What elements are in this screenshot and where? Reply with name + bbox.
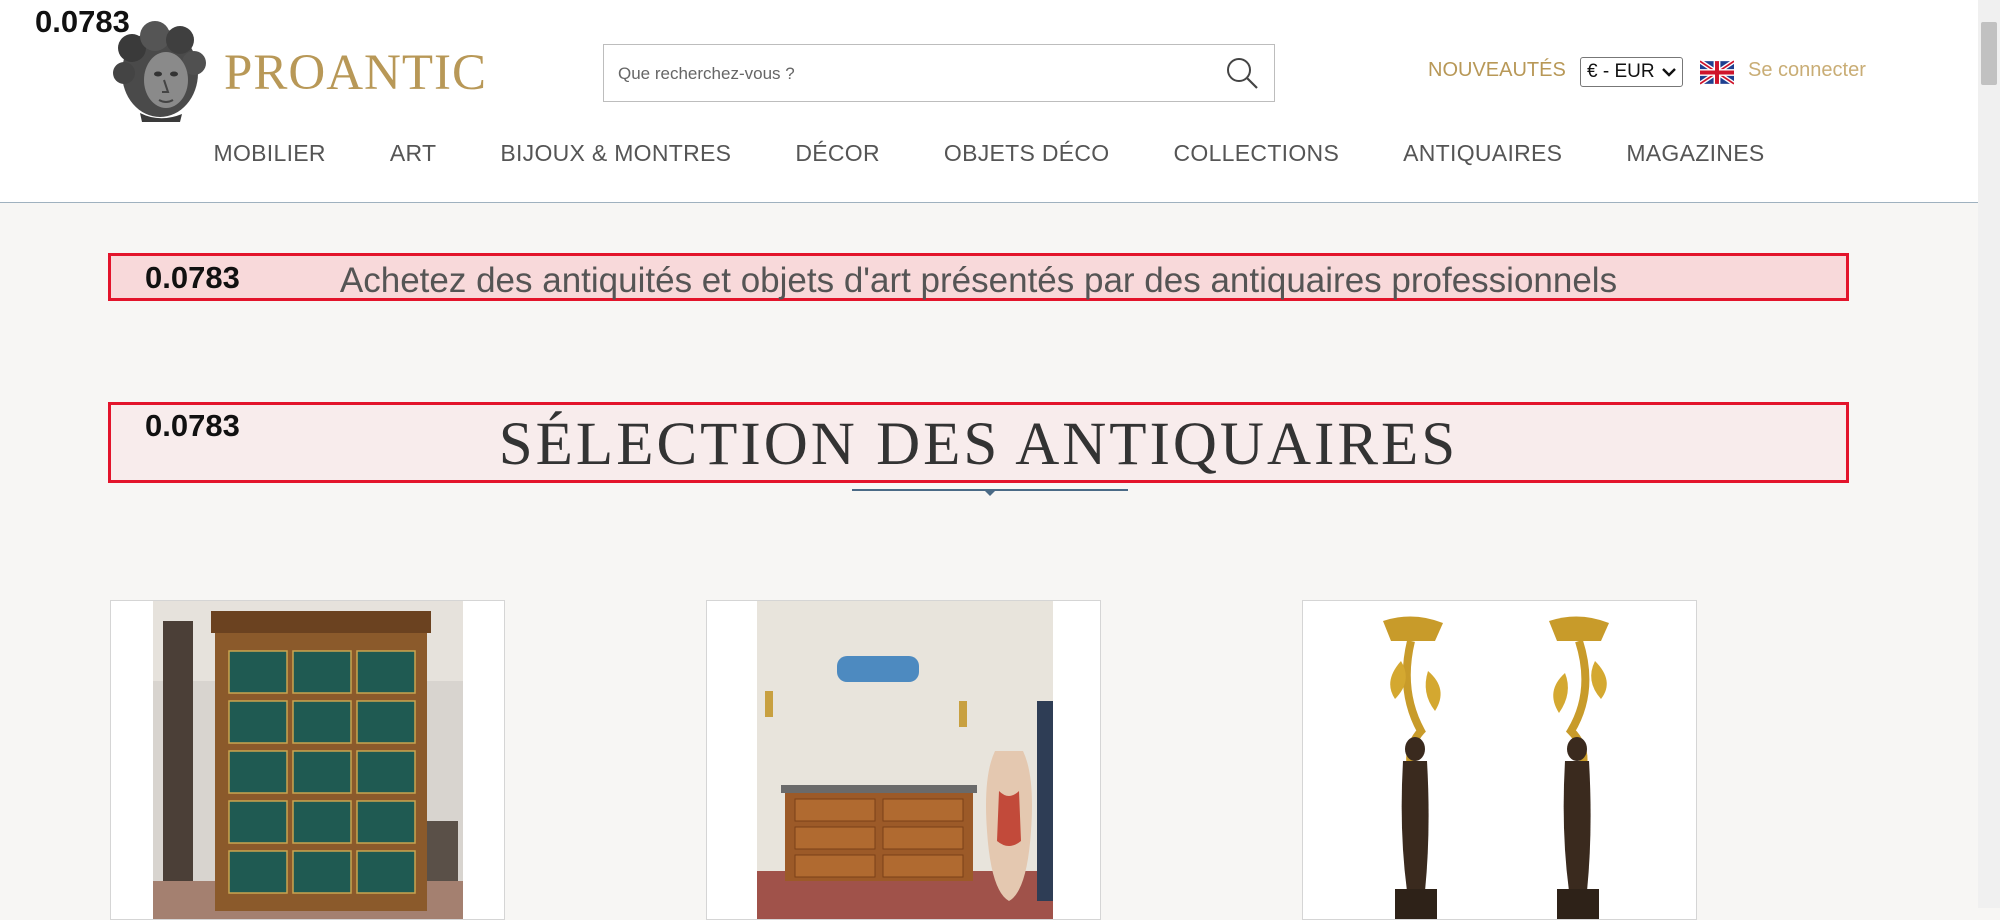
commode-image[interactable] [757,601,1053,920]
product-card[interactable] [110,600,505,920]
site-header: 0.0783 PROANTIC NOUVEAUTÉS € - EUR Se co… [0,0,1978,203]
search-box [603,44,1275,103]
search-input[interactable] [616,45,1210,103]
scrollbar-thumb[interactable] [1981,22,1997,85]
nav-item-decor[interactable]: DÉCOR [795,140,880,184]
overlay-score: 0.0783 [35,4,130,39]
nav-item-magazines[interactable]: MAGAZINES [1626,140,1764,184]
login-link[interactable]: Se connecter [1748,59,1866,82]
section-title: SÉLECTION DES ANTIQUAIRES [498,411,1459,478]
nouveautes-link[interactable]: NOUVEAUTÉS [1428,59,1566,82]
chevron-down-icon [1662,68,1676,77]
tagline-text: Achetez des antiquités et objets d'art p… [339,261,1618,300]
logo-text[interactable]: PROANTIC [224,44,487,102]
nav-item-antiquaires[interactable]: ANTIQUAIRES [1403,140,1562,184]
uk-flag-icon[interactable] [1700,60,1734,85]
section-heading: 0.0783 SÉLECTION DES ANTIQUAIRES [108,402,1849,483]
candelabra-image[interactable] [1303,601,1697,920]
search-icon[interactable] [1224,55,1260,91]
nav-item-bijoux-montres[interactable]: BIJOUX & MONTRES [500,140,731,184]
nav-item-mobilier[interactable]: MOBILIER [214,140,326,184]
product-card[interactable] [706,600,1101,920]
nav-item-art[interactable]: ART [390,140,437,184]
filing-cabinet-image[interactable] [153,601,463,920]
currency-value: € - EUR [1587,61,1655,82]
main-nav: MOBILIER ART BIJOUX & MONTRES DÉCOR OBJE… [0,140,1978,184]
currency-select[interactable]: € - EUR [1580,57,1683,87]
tagline-banner: 0.0783 Achetez des antiquités et objets … [108,253,1849,301]
title-underline-divider [852,489,1128,496]
page-scrollbar[interactable] [1978,0,2000,908]
product-card[interactable] [1302,600,1697,920]
nav-item-collections[interactable]: COLLECTIONS [1173,140,1339,184]
nav-item-objets-deco[interactable]: OBJETS DÉCO [944,140,1110,184]
